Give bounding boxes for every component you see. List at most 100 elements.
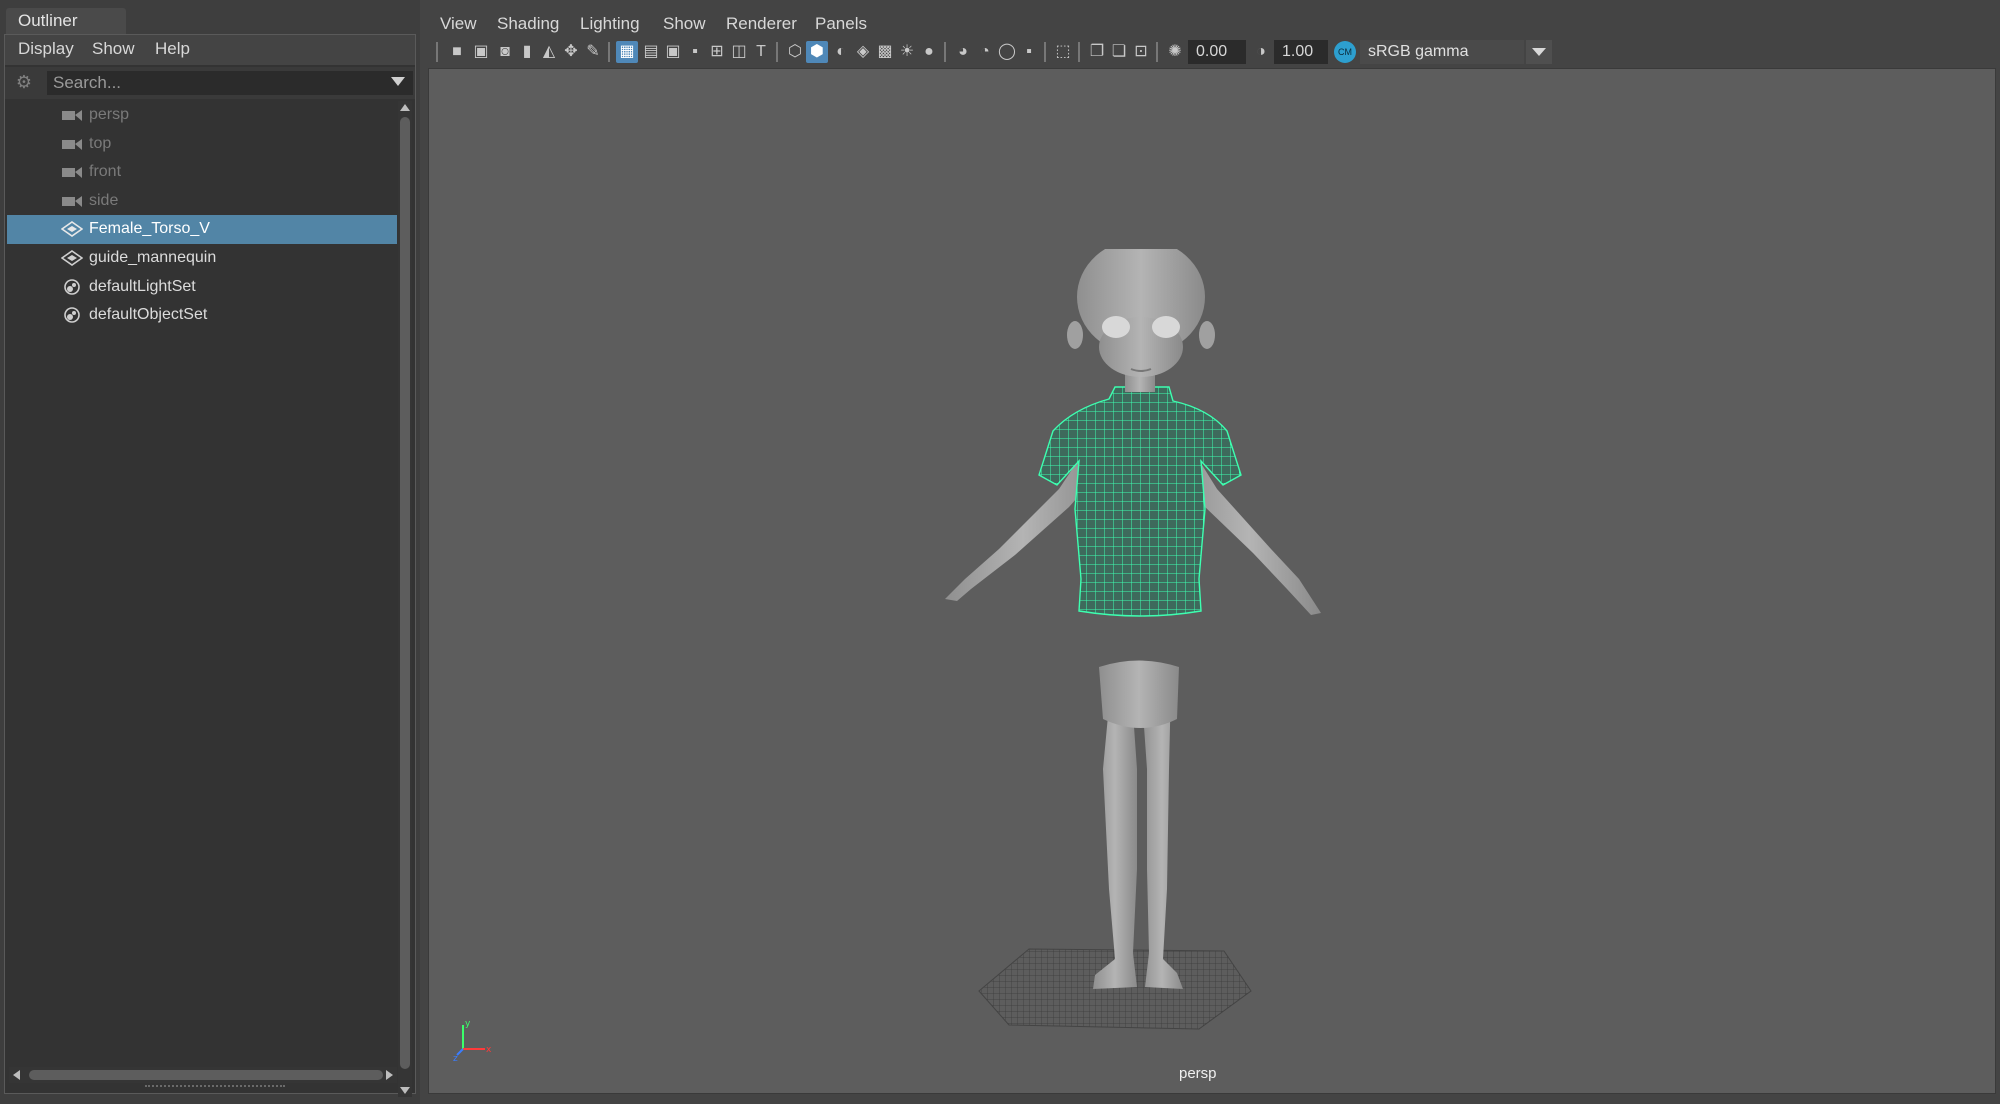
- outliner-item-default-light-set[interactable]: defaultLightSet: [7, 273, 397, 302]
- toolbar-separator: [1156, 42, 1158, 62]
- menu-display[interactable]: Display: [18, 39, 74, 59]
- exposure-icon[interactable]: ✺: [1164, 41, 1186, 63]
- menu-show[interactable]: Show: [92, 39, 135, 59]
- isolate-select-icon[interactable]: ⬚: [1052, 41, 1074, 63]
- gate-mask-icon[interactable]: ▪: [684, 41, 706, 63]
- menu-panels[interactable]: Panels: [815, 14, 867, 34]
- outliner-item-label: side: [89, 191, 119, 209]
- axis-gizmo: y x z: [453, 1019, 492, 1063]
- horizontal-scroll-thumb[interactable]: [29, 1070, 383, 1080]
- multisample-aa-icon[interactable]: ◯: [996, 41, 1018, 63]
- bookmark-icon[interactable]: ▮: [516, 41, 538, 63]
- default-material-icon[interactable]: ◐: [830, 41, 852, 63]
- field-chart-icon[interactable]: ⊞: [706, 41, 728, 63]
- bookmark-camera-icon[interactable]: ◙: [494, 41, 516, 63]
- filter-icon[interactable]: ⚙: [13, 71, 35, 93]
- viewport-panel: View Shading Lighting Show Renderer Pane…: [426, 0, 2000, 1104]
- grid-icon[interactable]: ▦: [616, 41, 638, 63]
- smooth-shade-icon[interactable]: ⬢: [806, 41, 828, 63]
- outliner-item-label: defaultObjectSet: [89, 306, 208, 324]
- safe-action-icon[interactable]: ◫: [728, 41, 750, 63]
- outliner-item-front[interactable]: front: [7, 158, 397, 187]
- outliner-item-female-torso[interactable]: Female_Torso_V: [7, 215, 397, 244]
- set-icon: [64, 278, 80, 295]
- use-all-lights-icon[interactable]: ☀: [896, 41, 918, 63]
- scroll-down-icon[interactable]: [400, 1087, 410, 1094]
- select-camera-icon[interactable]: ■: [446, 41, 468, 63]
- menu-help[interactable]: Help: [155, 39, 190, 59]
- outliner-item-default-object-set[interactable]: defaultObjectSet: [7, 301, 397, 330]
- scroll-left-icon[interactable]: [13, 1070, 20, 1080]
- outliner-item-label: front: [89, 163, 122, 181]
- toolbar-separator: [608, 42, 610, 62]
- depth-of-field-icon[interactable]: ▪: [1018, 41, 1040, 63]
- viewport-menubar: View Shading Lighting Show Renderer Pane…: [426, 10, 2000, 38]
- xray-icon[interactable]: ❐: [1086, 41, 1108, 63]
- scroll-right-icon[interactable]: [386, 1070, 393, 1080]
- outliner-frame: Display Show Help ⚙ persp top front: [4, 34, 416, 1097]
- textured-icon[interactable]: ▩: [874, 41, 896, 63]
- camera-icon: [62, 110, 82, 121]
- menu-shading[interactable]: Shading: [497, 14, 559, 34]
- exposure-field[interactable]: 0.00: [1188, 40, 1246, 64]
- motion-blur-icon[interactable]: ◔: [974, 41, 996, 63]
- menu-view[interactable]: View: [440, 14, 477, 34]
- search-input[interactable]: [47, 71, 413, 95]
- 2d-pan-zoom-icon[interactable]: ✥: [560, 41, 582, 63]
- outliner-tab[interactable]: Outliner: [6, 8, 126, 34]
- color-management-toggle[interactable]: CM: [1334, 41, 1356, 63]
- pelvis: [1099, 660, 1179, 728]
- toolbar-separator: [1078, 42, 1080, 62]
- camera-icon: [62, 195, 82, 207]
- resize-grip[interactable]: [145, 1085, 285, 1091]
- camera-attributes-icon[interactable]: ▣: [470, 41, 492, 63]
- axis-label-x: x: [486, 1045, 492, 1055]
- film-gate-icon[interactable]: ▤: [640, 41, 662, 63]
- character-model[interactable]: [879, 249, 1379, 1089]
- xray-components-icon[interactable]: ⊡: [1130, 41, 1152, 63]
- menu-renderer[interactable]: Renderer: [726, 14, 797, 34]
- horizontal-scrollbar[interactable]: [9, 1067, 397, 1083]
- axis-label-z: z: [453, 1054, 458, 1063]
- outliner-item-label: Female_Torso_V: [89, 220, 210, 238]
- toolbar-separator: [1044, 42, 1046, 62]
- wireframe-on-shaded-icon[interactable]: ◈: [852, 41, 874, 63]
- image-plane-icon[interactable]: ◭: [538, 41, 560, 63]
- search-dropdown-icon[interactable]: [391, 77, 405, 86]
- gamma-icon[interactable]: ◑: [1250, 41, 1272, 63]
- 3d-viewport[interactable]: y x z persp: [428, 68, 1996, 1094]
- outliner-item-persp[interactable]: persp: [7, 101, 397, 130]
- right-eye: [1152, 316, 1180, 338]
- screen-space-ao-icon[interactable]: ◕: [952, 41, 974, 63]
- camera-name-label: persp: [1179, 1065, 1217, 1082]
- outliner-item-side[interactable]: side: [7, 187, 397, 216]
- scroll-up-icon[interactable]: [400, 104, 410, 111]
- outliner-tree: persp top front side Female_Torso_V guid…: [7, 101, 397, 330]
- outliner-item-guide-mannequin[interactable]: guide_mannequin: [7, 244, 397, 273]
- toolbar-separator: [436, 42, 438, 62]
- left-eye: [1102, 316, 1130, 338]
- vertical-scrollbar[interactable]: [398, 101, 412, 1097]
- safe-title-icon[interactable]: T: [750, 41, 772, 63]
- search-row: ⚙: [5, 67, 415, 99]
- resolution-gate-icon[interactable]: ▣: [662, 41, 684, 63]
- outliner-item-top[interactable]: top: [7, 130, 397, 159]
- mesh-transform-icon: [61, 221, 83, 238]
- left-leg: [1093, 684, 1137, 989]
- right-leg: [1141, 684, 1183, 989]
- mesh-transform-icon: [61, 249, 83, 266]
- outliner-item-label: guide_mannequin: [89, 248, 217, 266]
- outliner-panel: Outliner Display Show Help ⚙ persp top f…: [0, 0, 420, 1104]
- menu-lighting[interactable]: Lighting: [580, 14, 640, 34]
- menu-show[interactable]: Show: [663, 14, 706, 34]
- grease-pencil-icon[interactable]: ✎: [582, 41, 604, 63]
- viewport-toolbar: ■ ▣ ◙ ▮ ◭ ✥ ✎ ▦ ▤ ▣ ▪ ⊞ ◫ T ⬡ ⬢ ◐ ◈ ▩ ☀ …: [430, 38, 1996, 66]
- color-space-dropdown-icon[interactable]: [1526, 40, 1552, 64]
- xray-joints-icon[interactable]: ❏: [1108, 41, 1130, 63]
- wireframe-icon[interactable]: ⬡: [784, 41, 806, 63]
- vertical-scroll-thumb[interactable]: [400, 117, 410, 1069]
- color-space-select[interactable]: sRGB gamma: [1360, 40, 1524, 64]
- gamma-field[interactable]: 1.00: [1274, 40, 1328, 64]
- shadows-icon[interactable]: ●: [918, 41, 940, 63]
- set-icon: [64, 307, 80, 323]
